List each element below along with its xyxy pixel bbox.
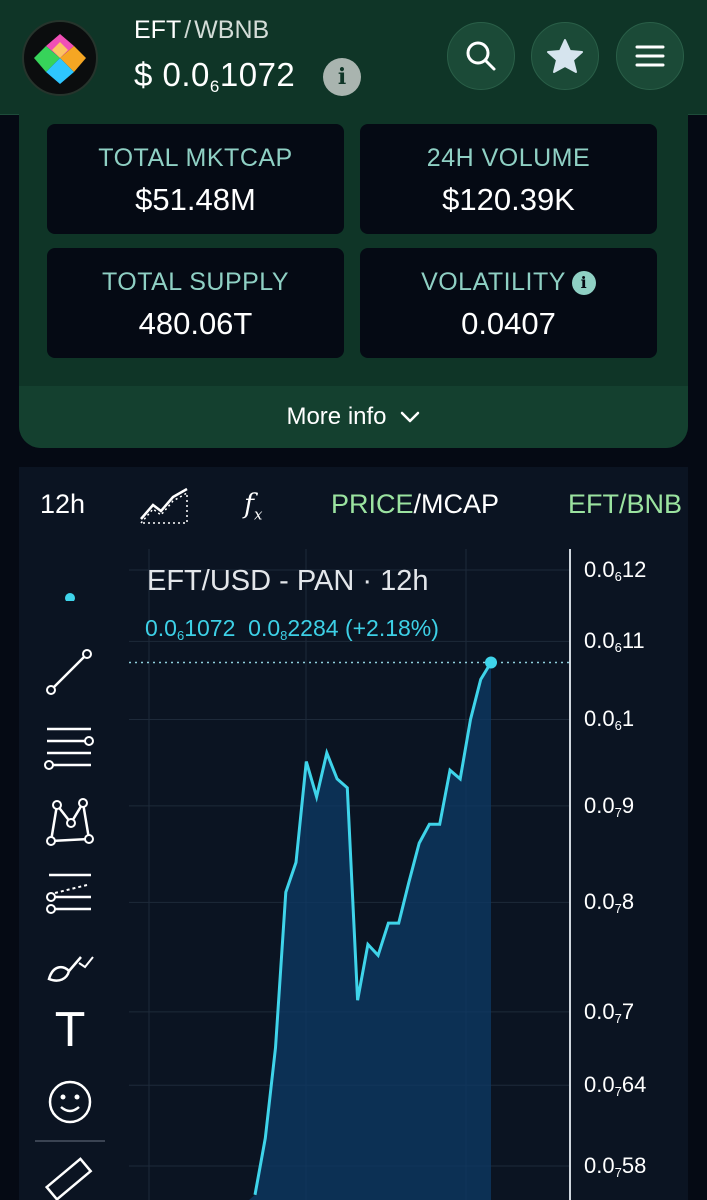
stat-value: $120.39K [442, 182, 575, 217]
price-info-icon[interactable]: i [323, 58, 361, 96]
price-prefix: $ 0.0 [134, 56, 210, 93]
price-axis-tick-label: 0.079 [584, 792, 635, 820]
token-logo-icon [34, 34, 86, 84]
chart-title: EFT/USD - PAN · 12h [147, 565, 429, 597]
top-bar: EFT / WBNB $ 0.061072 i [0, 0, 707, 115]
price-area [249, 662, 491, 1200]
price-axis-tick-label: 0.0758 [584, 1153, 647, 1180]
token-logo[interactable] [22, 20, 98, 96]
stat-label: VOLATILITY i [360, 268, 657, 297]
price-subscript: 6 [209, 77, 220, 96]
last-price-marker [485, 656, 497, 669]
stat-total-mktcap: TOTAL MKTCAP $51.48M [47, 124, 344, 234]
price-axis-tick-label: 0.0764 [584, 1072, 647, 1100]
favorite-button[interactable] [531, 22, 599, 90]
readout-change-prefix: 0.0 [248, 615, 281, 641]
search-icon [466, 41, 496, 71]
stat-total-supply: TOTAL SUPPLY 480.06T [47, 248, 344, 358]
price-axis-tick-label: 0.0611 [584, 628, 645, 656]
menu-icon [635, 45, 665, 67]
search-button[interactable] [447, 22, 515, 90]
stat-value: $51.48M [135, 182, 256, 217]
price-axis-tick-label: 0.078 [584, 889, 635, 917]
readout-price-suffix: 1072 [184, 615, 236, 641]
token-stats-panel: TOTAL MKTCAP $51.48M 24H VOLUME $120.39K… [19, 114, 688, 448]
chart-price-readout: 0.061072 0.082284 (+2.18%) [145, 615, 439, 643]
menu-button[interactable] [616, 22, 684, 90]
star-icon [547, 39, 583, 73]
volatility-label: VOLATILITY [421, 268, 566, 296]
price-axis-tick-label: 0.077 [584, 998, 635, 1026]
price-axis-tick-label: 0.061 [584, 706, 635, 734]
current-price: $ 0.061072 [134, 56, 295, 97]
stat-24h-volume: 24H VOLUME $120.39K [360, 124, 657, 234]
stat-label: 24H VOLUME [426, 144, 591, 172]
pair-separator: / [184, 16, 192, 44]
stat-label: TOTAL MKTCAP [98, 144, 293, 172]
stat-value: 480.06T [138, 306, 253, 341]
stat-label: TOTAL SUPPLY [101, 268, 290, 296]
stat-value: 0.0407 [461, 306, 556, 341]
price-suffix: 1072 [219, 56, 296, 93]
quote-token: WBNB [194, 16, 270, 44]
price-axis-tick-label: 0.0612 [584, 557, 647, 584]
more-info-label: More info [286, 403, 387, 430]
stat-volatility: VOLATILITY i 0.0407 [360, 248, 657, 358]
readout-price-prefix: 0.0 [145, 615, 177, 641]
base-token: EFT [134, 16, 182, 44]
more-info-button[interactable]: More info [19, 386, 688, 448]
price-chart-widget: 12h fx PRICE/MCAP EFT/BNB T EFT/USD - PA… [19, 467, 688, 1200]
chevron-down-icon [400, 411, 419, 423]
readout-change-suffix: 2284 (+2.18%) [287, 615, 439, 641]
pair-title: EFT / WBNB [134, 16, 269, 45]
volatility-info-icon[interactable]: i [571, 271, 596, 295]
